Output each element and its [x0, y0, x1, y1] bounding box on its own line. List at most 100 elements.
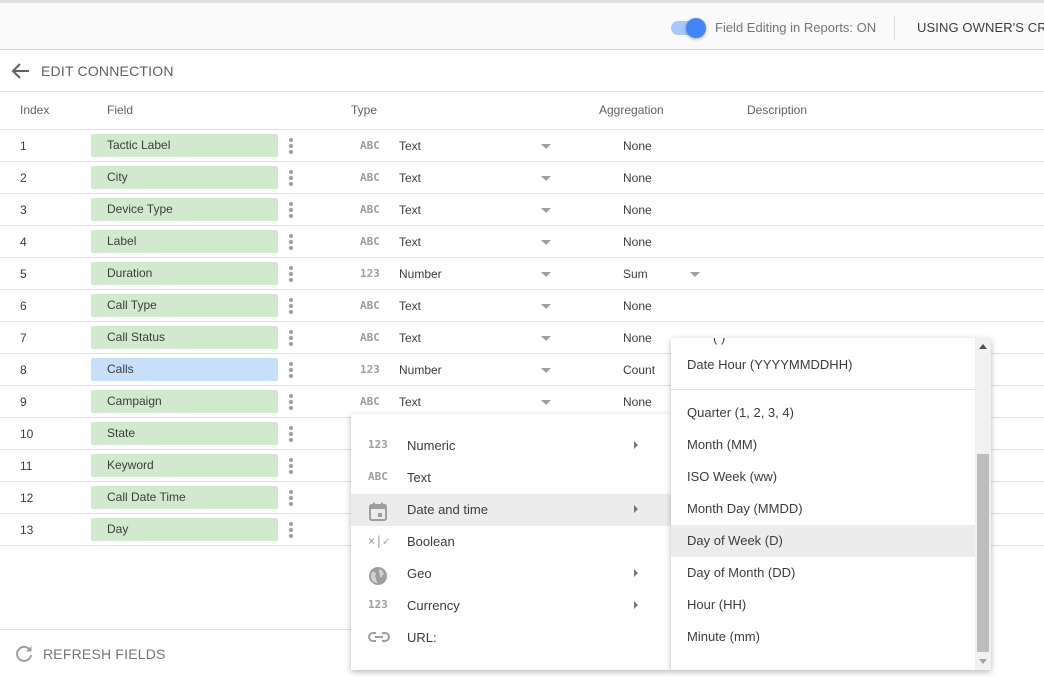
- field-name-chip[interactable]: Label: [91, 230, 278, 253]
- submenu-scrollbar[interactable]: [975, 338, 991, 670]
- type-select[interactable]: Text: [399, 235, 421, 249]
- row-index: 1: [20, 139, 27, 153]
- field-name-chip[interactable]: Device Type: [91, 198, 278, 221]
- type-menu-item-currency[interactable]: 123 Currency: [351, 590, 671, 622]
- type-select[interactable]: Text: [399, 395, 421, 409]
- type-menu-item-numeric[interactable]: 123 Numeric: [351, 430, 671, 462]
- row-index: 7: [20, 331, 27, 345]
- type-select[interactable]: Number: [399, 267, 442, 281]
- arrow-left-icon[interactable]: [11, 62, 31, 80]
- row-index: 4: [20, 235, 27, 249]
- type-dropdown-icon[interactable]: [541, 400, 551, 405]
- scrollbar-thumb[interactable]: [977, 454, 989, 652]
- field-name-chip[interactable]: Campaign: [91, 390, 278, 413]
- field-name-chip[interactable]: Tactic Label: [91, 134, 278, 157]
- field-name-chip[interactable]: Call Status: [91, 326, 278, 349]
- field-name-chip[interactable]: Day: [91, 518, 278, 541]
- toggle-thumb: [686, 18, 706, 38]
- date-format-option[interactable]: Hour (HH): [671, 589, 975, 621]
- more-vert-icon[interactable]: [285, 425, 297, 443]
- text-type-icon: ABC: [360, 235, 380, 248]
- type-dropdown-icon[interactable]: [541, 368, 551, 373]
- date-format-label: Month (MM): [687, 437, 758, 452]
- type-dropdown-icon[interactable]: [541, 272, 551, 277]
- date-format-option[interactable]: Day of Month (DD): [671, 557, 975, 589]
- field-editing-label: Field Editing in Reports: ON: [715, 20, 877, 35]
- type-dropdown-icon[interactable]: [541, 208, 551, 213]
- more-vert-icon[interactable]: [285, 361, 297, 379]
- aggregation-dropdown-icon[interactable]: [690, 272, 700, 277]
- table-row: 3 Device Type ABC Text None: [0, 194, 1044, 226]
- date-format-label: Day of Week (D): [687, 533, 783, 548]
- numeric-icon: 123: [368, 438, 388, 451]
- type-dropdown-icon[interactable]: [541, 176, 551, 181]
- more-vert-icon[interactable]: [285, 265, 297, 283]
- field-name-chip[interactable]: City: [91, 166, 278, 189]
- field-name-chip[interactable]: Call Date Time: [91, 486, 278, 509]
- text-type-icon: ABC: [360, 331, 380, 344]
- date-format-option[interactable]: Minute (mm): [671, 621, 975, 653]
- date-format-option[interactable]: Day of Week (D): [671, 525, 975, 557]
- date-format-label: Day of Month (DD): [687, 565, 796, 580]
- more-vert-icon[interactable]: [285, 233, 297, 251]
- type-select[interactable]: Number: [399, 363, 442, 377]
- more-vert-icon[interactable]: [285, 329, 297, 347]
- menu-item-label: Boolean: [407, 534, 455, 549]
- edit-connection-button[interactable]: EDIT CONNECTION: [41, 63, 174, 79]
- type-select[interactable]: Text: [399, 299, 421, 313]
- date-format-option[interactable]: ISO Week (ww): [671, 461, 975, 493]
- type-dropdown-icon[interactable]: [541, 304, 551, 309]
- type-dropdown-icon[interactable]: [541, 240, 551, 245]
- more-vert-icon[interactable]: [285, 201, 297, 219]
- date-format-label: Date Hour (YYYYMMDDHH): [687, 357, 853, 372]
- type-menu-item-date-and-time[interactable]: Date and time: [351, 494, 671, 526]
- more-vert-icon[interactable]: [285, 521, 297, 539]
- type-menu-item-url[interactable]: URL:: [351, 622, 671, 654]
- scroll-down-arrow-icon[interactable]: [979, 659, 987, 664]
- row-index: 8: [20, 363, 27, 377]
- date-format-label: Minute (mm): [687, 629, 760, 644]
- type-menu-item-geo[interactable]: Geo: [351, 558, 671, 590]
- text-type-icon: ABC: [360, 139, 380, 152]
- type-select[interactable]: Text: [399, 203, 421, 217]
- scroll-up-arrow-icon[interactable]: [979, 344, 987, 349]
- more-vert-icon[interactable]: [285, 457, 297, 475]
- type-menu-item-boolean[interactable]: ×|✓ Boolean: [351, 526, 671, 558]
- aggregation-value: None: [623, 395, 652, 409]
- date-format-label: Quarter (1, 2, 3, 4): [687, 405, 794, 420]
- date-format-option[interactable]: Month Day (MMDD): [671, 493, 975, 525]
- field-editing-toggle[interactable]: [671, 18, 707, 38]
- header-index: Index: [20, 103, 50, 117]
- more-vert-icon[interactable]: [285, 169, 297, 187]
- menu-item-label: Geo: [407, 566, 432, 581]
- more-vert-icon[interactable]: [285, 297, 297, 315]
- header-field: Field: [107, 103, 134, 117]
- aggregation-value: None: [623, 139, 652, 153]
- more-vert-icon[interactable]: [285, 393, 297, 411]
- field-name-chip[interactable]: Duration: [91, 262, 278, 285]
- date-format-label: ISO Week (ww): [687, 469, 778, 484]
- date-format-option[interactable]: Month (MM): [671, 429, 975, 461]
- field-name-chip[interactable]: State: [91, 422, 278, 445]
- text-type-icon: ABC: [360, 171, 380, 184]
- submenu-divider: [671, 389, 975, 390]
- header-aggregation: Aggregation: [599, 103, 664, 117]
- type-dropdown-icon[interactable]: [541, 144, 551, 149]
- field-name-chip[interactable]: Call Type: [91, 294, 278, 317]
- type-dropdown-icon[interactable]: [541, 336, 551, 341]
- credentials-button[interactable]: USING OWNER'S CREI: [917, 20, 1044, 35]
- number-type-icon: 123: [360, 363, 380, 376]
- field-name-chip[interactable]: Keyword: [91, 454, 278, 477]
- type-select[interactable]: Text: [399, 331, 421, 345]
- aggregation-value[interactable]: Sum: [623, 267, 648, 281]
- type-select[interactable]: Text: [399, 171, 421, 185]
- row-index: 13: [20, 523, 34, 537]
- footer-divider: [0, 629, 360, 630]
- type-select[interactable]: Text: [399, 139, 421, 153]
- date-format-option[interactable]: Quarter (1, 2, 3, 4): [671, 397, 975, 429]
- type-menu-item-text[interactable]: ABC Text: [351, 462, 671, 494]
- date-format-option[interactable]: Date Hour (YYYYMMDDHH): [671, 349, 975, 381]
- more-vert-icon[interactable]: [285, 137, 297, 155]
- field-name-chip[interactable]: Calls: [91, 358, 278, 381]
- more-vert-icon[interactable]: [285, 489, 297, 507]
